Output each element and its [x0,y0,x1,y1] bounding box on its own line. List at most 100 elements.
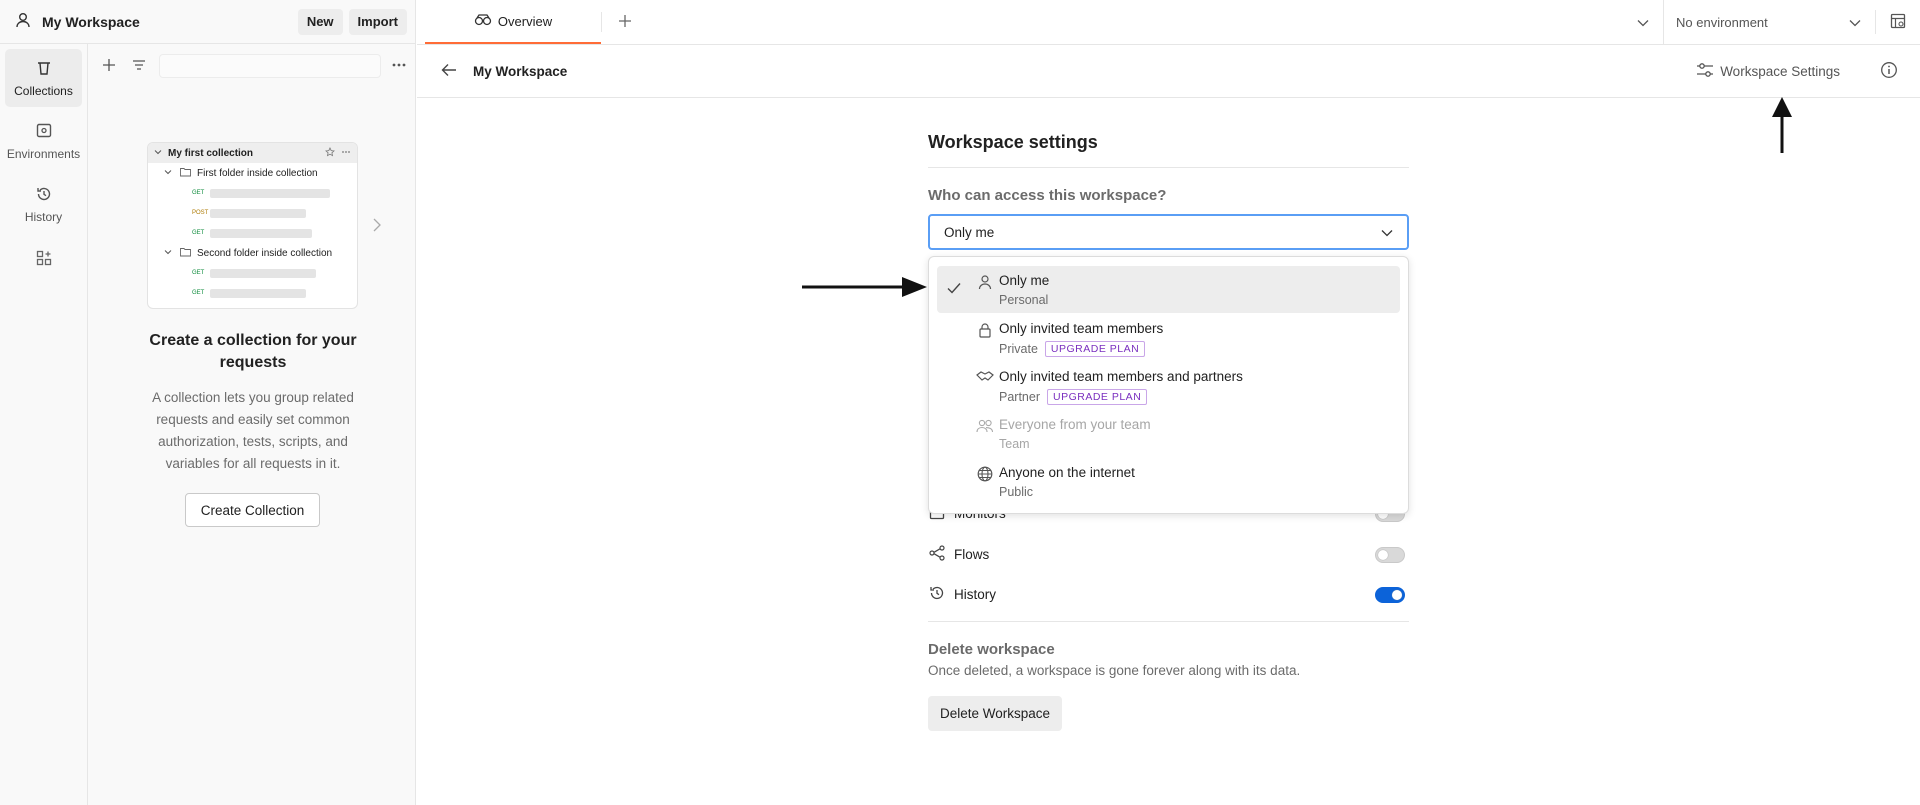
annotation-arrow-up [1772,97,1792,153]
option-title: Everyone from your team [999,417,1151,432]
placeholder-bar [210,288,306,298]
workspace-subheader: My Workspace Workspace Settings [417,46,1920,98]
lock-icon [971,320,999,338]
preview-collection-header: My first collection [148,143,357,163]
sidebar-item-label: Collections [14,83,73,98]
chevron-down-icon [1637,15,1649,30]
person-icon [971,272,999,290]
option-title: Only invited team members and partners [999,369,1243,384]
chevron-right-icon [372,218,382,235]
configure-sidebar-button[interactable] [0,249,87,270]
access-dropdown-menu: Only me Personal Only invited team membe… [928,256,1409,514]
access-option-public[interactable]: Anyone on the internet Public [937,458,1400,505]
import-button[interactable]: Import [348,8,407,35]
sidebar-item-label: History [24,209,63,224]
sidebar-item-environments[interactable]: Environments [5,112,82,170]
workspace-name[interactable]: My Workspace [42,14,292,30]
history-toggle[interactable] [1375,586,1405,603]
plus-icon [617,13,633,32]
filter-icon[interactable] [131,57,147,76]
delete-workspace-button[interactable]: Delete Workspace [928,696,1063,731]
feature-label: Flows [954,547,990,562]
access-option-partner[interactable]: Only invited team members and partners P… [937,362,1400,409]
history-icon [928,584,946,605]
overview-icon [474,13,492,30]
chevron-down-icon [164,248,172,259]
tab-bar-spacer [648,0,1623,44]
sidebar-item-collections[interactable]: Collections [5,49,82,107]
access-select[interactable]: Only me [928,214,1409,250]
team-icon [971,416,999,434]
sidebar-item-label: Environments [6,146,81,161]
star-icon [325,146,335,160]
sidebar-rail: Collections Environments History [0,44,88,805]
page-title: My Workspace [473,64,568,79]
chevron-down-icon [154,148,162,159]
workspace-settings-label: Workspace Settings [1720,64,1840,79]
sidebar-item-history[interactable]: History [5,175,82,233]
access-select-value: Only me [944,224,995,240]
environment-quick-look-button[interactable] [1875,10,1920,34]
empty-state-title: Create a collection for your requests [149,332,357,371]
new-tab-button[interactable] [602,0,648,44]
more-options-icon [341,147,351,160]
upgrade-plan-badge[interactable]: UPGRADE PLAN [1047,389,1148,405]
method-label: GET [192,230,205,236]
method-label: GET [192,270,205,276]
preview-folder-name: First folder inside collection [197,167,318,179]
option-title: Anyone on the internet [999,465,1135,480]
apps-add-icon [35,249,53,270]
info-button[interactable] [1880,61,1898,82]
preview-request: GET [148,183,357,203]
option-subtitle: Partner [999,390,1040,404]
preview-folder: First folder inside collection [148,163,357,183]
collections-toolbar [89,44,415,88]
workspace-settings-button[interactable]: Workspace Settings [1696,62,1840,81]
environment-icon [35,122,53,143]
feature-row-history: History [928,584,1405,605]
back-arrow-icon[interactable] [441,63,457,80]
environment-selector[interactable]: No environment [1663,0,1875,44]
more-options-icon[interactable] [391,57,407,76]
access-option-private[interactable]: Only invited team members Private UPGRADE… [937,314,1400,361]
placeholder-bar [210,228,312,238]
tab-overview[interactable]: Overview [425,0,601,44]
new-button[interactable]: New [297,8,343,35]
workspace-header: My Workspace New Import [0,0,415,44]
chevron-down-icon [1381,225,1393,240]
access-question: Who can access this workspace? [928,187,1167,204]
tab-label: Overview [497,13,553,29]
create-collection-button[interactable]: Create Collection [185,493,320,527]
chevron-down-icon [1849,15,1861,30]
check-icon [937,272,971,294]
search-input[interactable] [159,54,381,78]
access-option-team: Everyone from your team Team [937,410,1400,457]
left-sidebar: My Workspace New Import Collections Envi… [0,0,416,805]
sliders-icon [1696,62,1714,81]
upgrade-plan-badge[interactable]: UPGRADE PLAN [1044,341,1146,357]
delete-workspace-description: Once deleted, a workspace is gone foreve… [928,663,1301,678]
folder-icon [180,167,191,180]
folder-icon [180,247,191,260]
history-icon [35,185,53,206]
globe-icon [971,464,999,482]
option-subtitle: Team [999,437,1030,451]
access-option-only-me[interactable]: Only me Personal [937,266,1400,313]
preview-request: GET [148,283,357,303]
placeholder-bar [210,188,330,198]
collection-preview-illustration: My first collection First folder inside … [147,142,358,309]
flows-toggle[interactable] [1375,546,1405,563]
method-label: POST [192,210,209,216]
settings-heading: Workspace settings [928,132,1409,168]
trash-can-icon [35,59,53,80]
handshake-icon [971,368,999,384]
option-subtitle: Public [999,485,1034,499]
method-label: GET [192,290,205,296]
option-subtitle: Personal [999,293,1049,307]
user-icon[interactable] [14,11,32,32]
collections-panel: My first collection First folder inside … [89,44,415,805]
add-icon[interactable] [101,57,117,76]
section-divider [928,621,1409,622]
preview-request: GET [148,263,357,283]
tab-list-dropdown[interactable] [1623,0,1663,44]
